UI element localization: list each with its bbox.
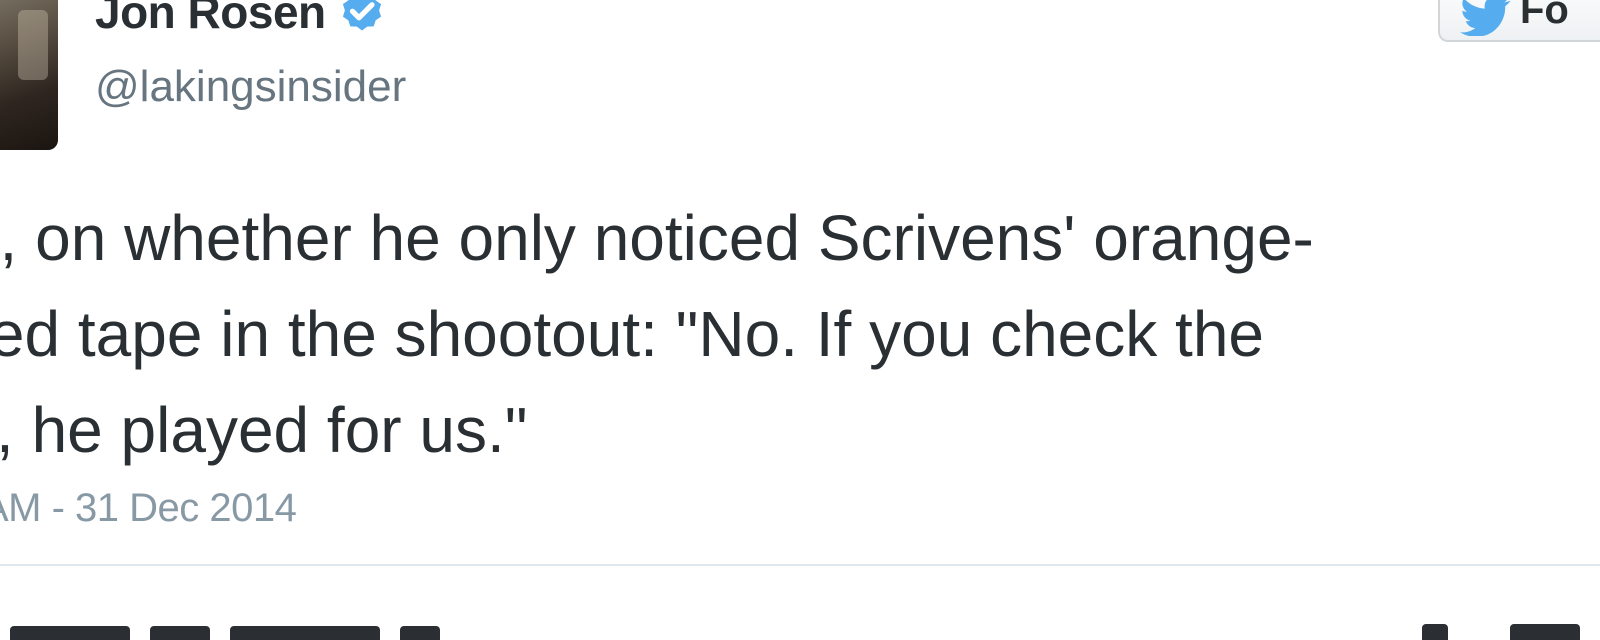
verified-badge-icon: [342, 0, 381, 31]
divider: [0, 564, 1600, 566]
author-name-row: Jon Rosen: [95, 0, 388, 42]
tweet-card: Jon Rosen @lakingsinsider Fo ryl, on whe…: [0, 0, 1600, 640]
author-handle[interactable]: @lakingsinsider: [95, 62, 406, 112]
follow-button-label: Fo: [1520, 0, 1569, 32]
follow-button[interactable]: Fo: [1438, 0, 1600, 42]
tweet-timestamp[interactable]: AM - 31 Dec 2014: [0, 486, 297, 531]
tweet-text: ryl, on whether he only noticed Scrivens…: [0, 202, 1314, 466]
tweet-stats-cutoff: [0, 616, 480, 640]
avatar[interactable]: [0, 0, 58, 150]
twitter-bird-icon: [1460, 0, 1511, 36]
author-display-name[interactable]: Jon Rosen: [95, 0, 326, 39]
tweet-actions-cutoff: [1400, 612, 1600, 640]
